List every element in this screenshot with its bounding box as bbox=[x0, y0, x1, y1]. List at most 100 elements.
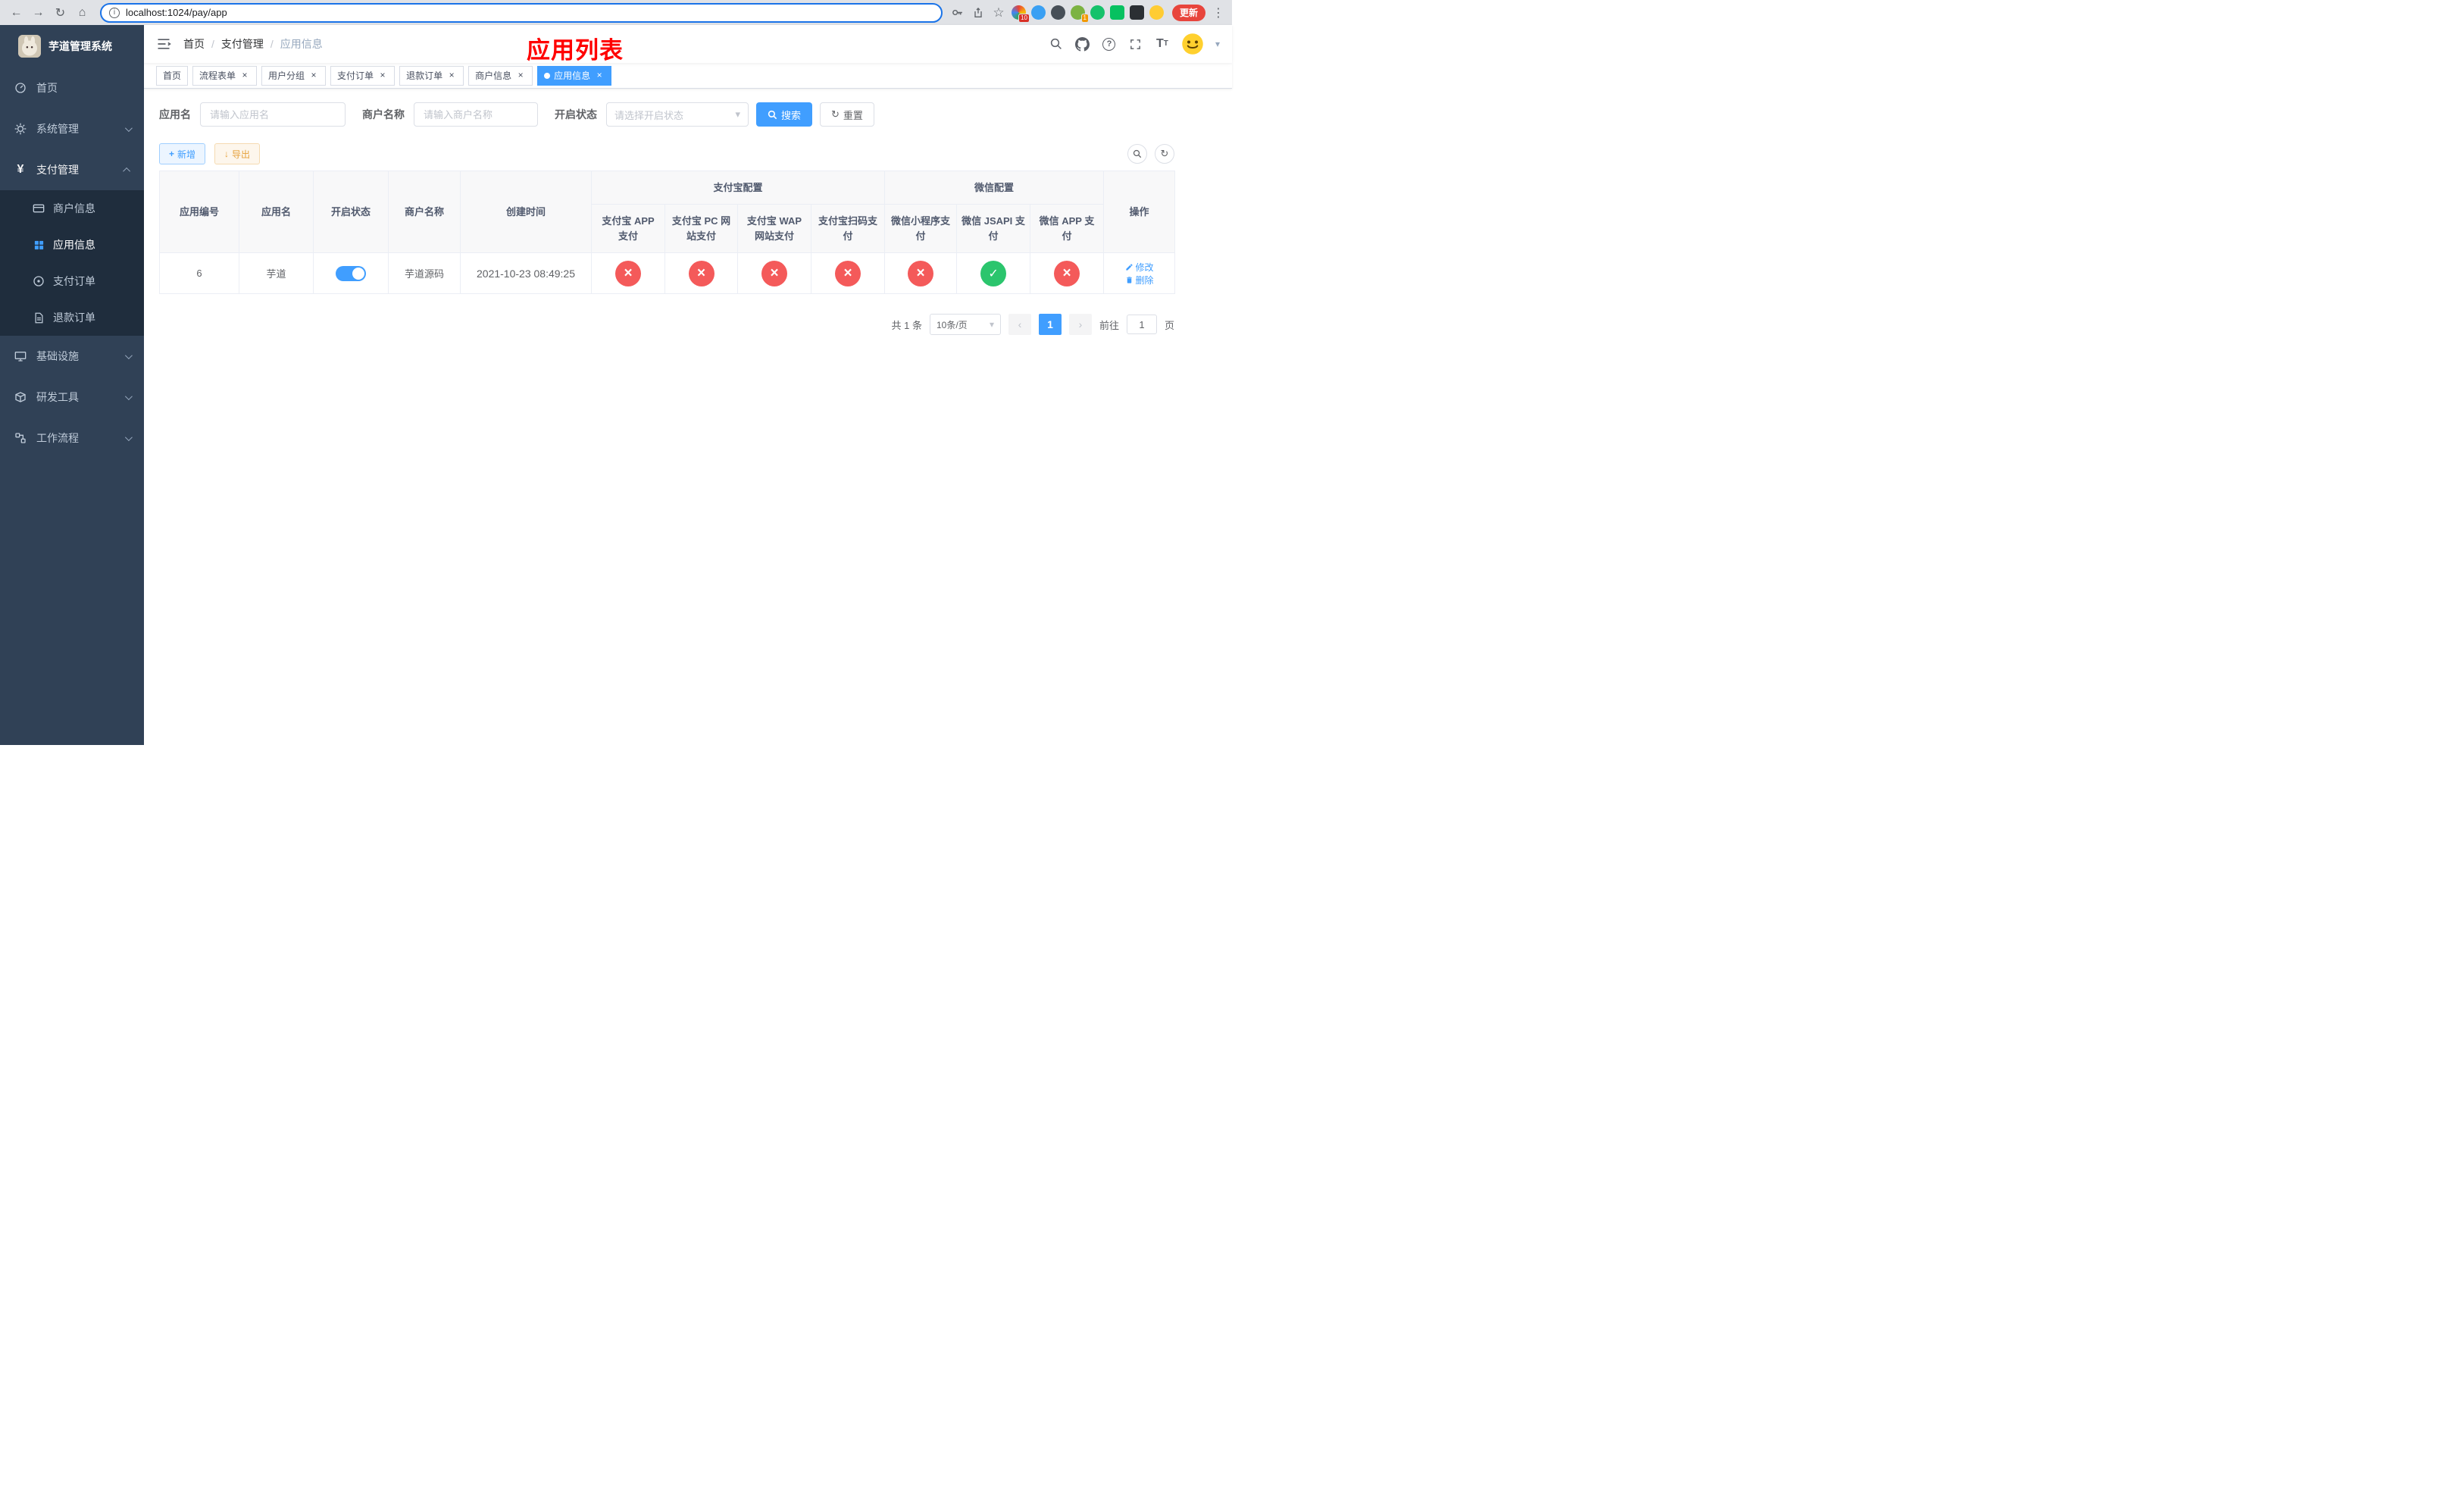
tab-app-info[interactable]: 应用信息 bbox=[537, 65, 612, 86]
help-icon[interactable] bbox=[1102, 36, 1117, 52]
col-created: 创建时间 bbox=[460, 171, 592, 253]
tab-user-group[interactable]: 用户分组 bbox=[261, 65, 327, 86]
tab-merchant-info[interactable]: 商户信息 bbox=[468, 65, 533, 86]
sidebar-item-infrastructure[interactable]: 基础设施 bbox=[0, 336, 144, 377]
tab-label: 退款订单 bbox=[406, 70, 443, 81]
tab-payment-order[interactable]: 支付订单 bbox=[330, 65, 396, 86]
status-toggle[interactable] bbox=[336, 265, 366, 281]
goto-page-input[interactable] bbox=[1126, 315, 1157, 334]
info-icon[interactable] bbox=[109, 7, 120, 18]
logo-row: 芋道管理系统 bbox=[0, 25, 144, 67]
browser-chrome: localhost:1024/pay/app 10 1 更新 bbox=[0, 0, 1232, 25]
sidebar-item-label: 首页 bbox=[36, 82, 58, 94]
close-icon[interactable] bbox=[239, 70, 250, 81]
sidebar: 芋道管理系统 首页 系统管理 ¥ 支付管理 商户信息 应用信息 支付订单 退款订… bbox=[0, 25, 144, 745]
delete-button[interactable]: 删除 bbox=[1125, 274, 1154, 286]
back-icon[interactable] bbox=[6, 2, 27, 23]
app-name-input[interactable] bbox=[200, 102, 346, 127]
merchant-name-input[interactable] bbox=[414, 102, 538, 127]
sidebar-item-workflow[interactable]: 工作流程 bbox=[0, 418, 144, 459]
chevron-down-icon[interactable] bbox=[1215, 39, 1220, 49]
page-number-button[interactable]: 1 bbox=[1038, 314, 1062, 335]
col-status: 开启状态 bbox=[313, 171, 389, 253]
page-size-select[interactable]: 10条/页 bbox=[929, 314, 1001, 335]
tab-home[interactable]: 首页 bbox=[156, 65, 189, 86]
share-icon[interactable] bbox=[971, 5, 986, 20]
yen-icon: ¥ bbox=[17, 163, 24, 176]
extension-icon[interactable]: 1 bbox=[1070, 5, 1089, 23]
wechat-app-status-icon bbox=[1054, 260, 1080, 286]
close-icon[interactable] bbox=[308, 70, 319, 81]
home-icon[interactable] bbox=[72, 2, 92, 23]
tab-refund-order[interactable]: 退款订单 bbox=[399, 65, 464, 86]
close-icon[interactable] bbox=[515, 70, 526, 81]
fullscreen-icon[interactable] bbox=[1128, 36, 1143, 52]
prev-page-button[interactable] bbox=[1008, 314, 1031, 335]
app-title: 芋道管理系统 bbox=[48, 40, 112, 52]
col-alipay-pc: 支付宝 PC 网站支付 bbox=[664, 204, 738, 253]
breadcrumb-separator: / bbox=[270, 38, 274, 50]
sidebar-subitem-merchant-info[interactable]: 商户信息 bbox=[0, 190, 144, 227]
sidebar-toggle-icon[interactable] bbox=[156, 36, 171, 52]
extension-icon[interactable] bbox=[1109, 5, 1124, 20]
col-group-alipay: 支付宝配置 bbox=[590, 171, 886, 205]
breadcrumb-section[interactable]: 支付管理 bbox=[221, 36, 264, 52]
extension-icon[interactable] bbox=[1030, 5, 1046, 20]
sidebar-item-devtools[interactable]: 研发工具 bbox=[0, 377, 144, 418]
grid-icon bbox=[32, 238, 45, 252]
tab-label: 首页 bbox=[163, 70, 182, 81]
search-icon[interactable] bbox=[1049, 36, 1064, 52]
breadcrumb-home[interactable]: 首页 bbox=[183, 36, 205, 52]
search-button[interactable]: 搜索 bbox=[756, 102, 813, 127]
close-icon[interactable] bbox=[446, 70, 457, 81]
status-select-placeholder: 请选择开启状态 bbox=[614, 109, 684, 121]
extension-icon[interactable] bbox=[1149, 5, 1164, 20]
extension-icon[interactable] bbox=[1050, 5, 1065, 20]
refresh-table-button[interactable] bbox=[1155, 144, 1174, 164]
next-page-button[interactable] bbox=[1068, 314, 1092, 335]
extension-icon[interactable] bbox=[1090, 5, 1105, 20]
sidebar-subitem-app-info[interactable]: 应用信息 bbox=[0, 227, 144, 263]
merchant-name-label: 商户名称 bbox=[362, 108, 405, 121]
edit-button[interactable]: 修改 bbox=[1125, 261, 1154, 274]
alipay-pc-status-icon bbox=[688, 260, 714, 286]
bookmark-star-icon[interactable] bbox=[991, 5, 1006, 20]
add-button-label: 新增 bbox=[177, 149, 196, 160]
page-annotation-title: 应用列表 bbox=[527, 37, 624, 64]
breadcrumb: 首页 / 支付管理 / 应用信息 bbox=[183, 36, 323, 52]
reset-button[interactable]: 重置 bbox=[820, 102, 874, 127]
toggle-search-button[interactable] bbox=[1127, 144, 1147, 164]
sidebar-item-payment[interactable]: ¥ 支付管理 bbox=[0, 149, 144, 190]
font-size-icon[interactable]: TT bbox=[1155, 36, 1170, 52]
sidebar-subitem-refund-order[interactable]: 退款订单 bbox=[0, 299, 144, 336]
alipay-wap-status-icon bbox=[761, 260, 787, 286]
status-select[interactable]: 请选择开启状态 bbox=[606, 102, 749, 127]
wechat-mini-status-icon bbox=[908, 260, 934, 286]
sidebar-item-home[interactable]: 首页 bbox=[0, 67, 144, 108]
delete-icon bbox=[1126, 276, 1132, 283]
tab-process-form[interactable]: 流程表单 bbox=[192, 65, 258, 86]
close-icon[interactable] bbox=[594, 70, 605, 81]
sidebar-item-system[interactable]: 系统管理 bbox=[0, 108, 144, 149]
workflow-icon bbox=[14, 431, 27, 445]
avatar[interactable] bbox=[1181, 33, 1204, 55]
github-icon[interactable] bbox=[1075, 36, 1090, 52]
close-icon[interactable] bbox=[377, 70, 388, 81]
chevron-down-icon bbox=[124, 124, 133, 132]
key-icon[interactable] bbox=[950, 5, 965, 20]
table-toolbar: 新增 导出 bbox=[159, 143, 1174, 164]
add-button[interactable]: 新增 bbox=[159, 143, 206, 164]
reload-icon[interactable] bbox=[50, 2, 70, 23]
chevron-down-icon bbox=[990, 319, 994, 330]
sidebar-subitem-payment-order[interactable]: 支付订单 bbox=[0, 263, 144, 299]
browser-update-button[interactable]: 更新 bbox=[1171, 4, 1205, 21]
wechat-app-cell bbox=[1030, 252, 1105, 294]
export-button[interactable]: 导出 bbox=[214, 143, 261, 164]
extension-icon[interactable]: 10 bbox=[1011, 5, 1030, 23]
app-table: 应用编号 应用名 开启状态 商户名称 创建时间 支付宝配置 微信配置 操作 支付… bbox=[159, 171, 1176, 294]
overflow-menu-icon[interactable] bbox=[1211, 5, 1226, 20]
extension-icon[interactable] bbox=[1129, 5, 1144, 20]
url-bar[interactable]: localhost:1024/pay/app bbox=[100, 2, 943, 23]
forward-icon[interactable] bbox=[28, 2, 48, 23]
breadcrumb-current: 应用信息 bbox=[280, 38, 323, 50]
